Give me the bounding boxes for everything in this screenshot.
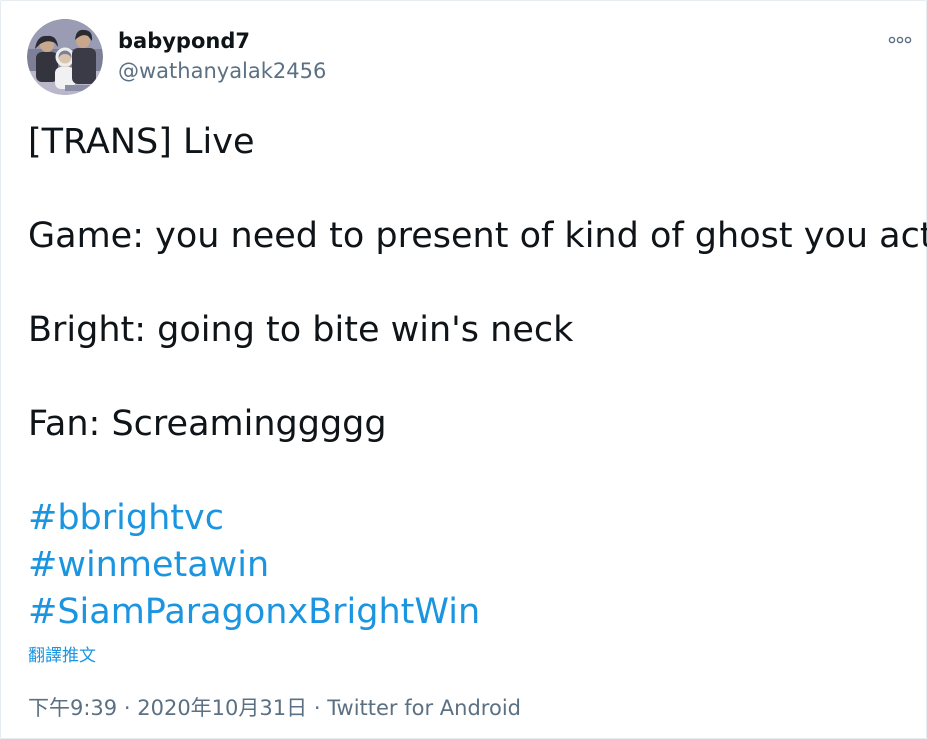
avatar-image xyxy=(27,19,103,95)
more-options-button[interactable] xyxy=(885,29,915,51)
tweet-source[interactable]: Twitter for Android xyxy=(327,696,521,720)
tweet-line: Bright: going to bite win's neck xyxy=(28,310,574,350)
hashtag-link[interactable]: #SiamParagonxBrightWin xyxy=(28,592,480,632)
tweet-card: babypond7 @wathanyalak2456 [TRANS] Live … xyxy=(0,0,927,739)
tweet-line: Fan: Screaminggggg xyxy=(28,404,387,444)
separator: · xyxy=(123,696,131,720)
avatar[interactable] xyxy=(27,19,103,95)
tweet-date[interactable]: 2020年10月31日 xyxy=(137,696,307,720)
display-name[interactable]: babypond7 xyxy=(118,28,250,54)
hashtag-link[interactable]: #bbrightvc xyxy=(28,498,224,538)
tweet-line: [TRANS] Live xyxy=(28,122,255,162)
tweet-metadata: 下午9:39 · 2020年10月31日 · Twitter for Andro… xyxy=(28,694,521,722)
user-handle[interactable]: @wathanyalak2456 xyxy=(118,58,326,84)
ellipsis-icon xyxy=(888,36,912,44)
hashtag-link[interactable]: #winmetawin xyxy=(28,545,269,585)
translate-tweet-link[interactable]: 翻譯推文 xyxy=(28,644,96,668)
tweet-text: [TRANS] Live Game: you need to present o… xyxy=(28,119,927,636)
tweet-line: Game: you need to present of kind of gho… xyxy=(28,216,927,256)
separator: · xyxy=(313,696,321,720)
tweet-time[interactable]: 下午9:39 xyxy=(28,696,117,720)
